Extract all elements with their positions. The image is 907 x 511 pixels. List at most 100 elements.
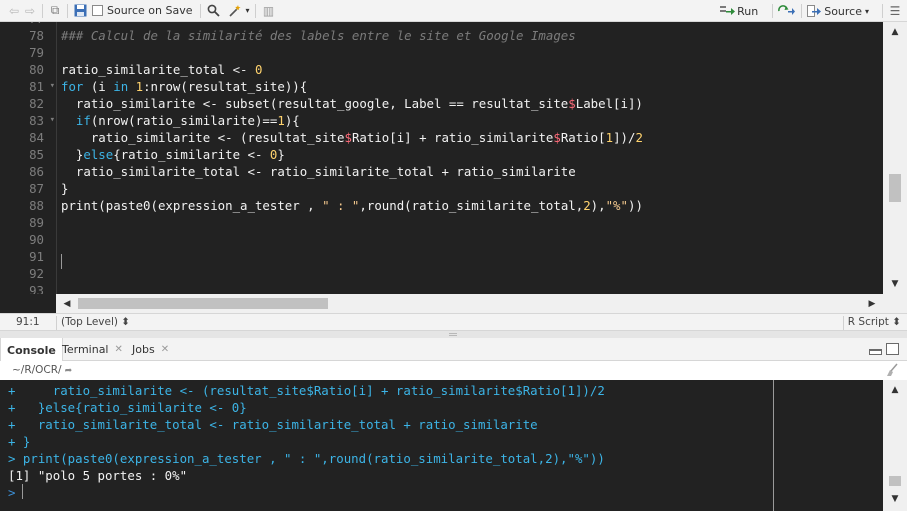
editor-horizontal-scrollbar[interactable]: ◀ ▶ [56,294,883,313]
line-number-text: 92 [29,266,44,281]
tab-console[interactable]: Console [0,338,63,362]
minimize-pane-icon[interactable] [869,349,882,355]
code-line: ratio_similarite_total <- ratio_similari… [61,163,576,180]
line-number: 84 [0,129,56,146]
line-number: 90 [0,231,56,248]
fold-toggle-icon[interactable]: ▾ [50,112,55,129]
console-vertical-scroll-thumb[interactable] [889,476,901,486]
go-to-directory-icon[interactable]: ➦ [65,366,73,376]
line-number-text: 78 [29,28,44,43]
pane-splitter[interactable] [0,331,907,338]
back-arrow-icon[interactable]: ⇦ [6,3,22,19]
line-number-text: 84 [29,130,44,145]
cursor-position: 91:1 [16,316,40,328]
line-number: 89 [0,214,56,231]
close-icon[interactable]: ✕ [115,344,123,355]
code-token: $ [344,130,352,145]
maximize-pane-icon[interactable] [886,343,899,355]
code-token: " : " [322,198,360,213]
chevron-down-icon[interactable]: ▾ [862,3,872,19]
scroll-up-icon[interactable]: ▲ [883,382,907,398]
line-number-text: 83 [29,113,44,128]
code-token: ratio_similarite_total <- ratio_similari… [61,164,576,179]
line-number-text: 88 [29,198,44,213]
code-token: } [61,181,69,196]
search-icon[interactable] [205,3,221,19]
clear-console-icon[interactable] [885,363,899,380]
code-token: } [61,147,84,162]
line-number-text: 85 [29,147,44,162]
scroll-down-icon[interactable]: ▼ [883,491,907,507]
working-directory-path: ~/R/OCR/ [12,364,62,376]
code-token: } [277,147,285,162]
code-line: } [61,180,68,197]
line-number: 86 [0,163,56,180]
line-number: 85 [0,146,56,163]
code-line: ### Calcul de la similarité des labels e… [61,27,576,44]
run-button[interactable]: Run [719,0,758,22]
fold-toggle-icon[interactable]: ▾ [50,78,55,95]
line-number: 88 [0,197,56,214]
code-editor[interactable]: 7778798081▾8283▾8485868788899091929394 #… [0,22,907,313]
code-token: ratio_similarite <- (resultat_site [61,130,345,145]
scroll-left-icon[interactable]: ◀ [58,294,76,313]
code-token: ,round(ratio_similarite_total, [359,198,584,213]
close-icon[interactable]: ✕ [161,344,169,355]
code-line: }else{ratio_similarite <- 0} [61,146,285,163]
code-token: <- [232,62,248,77]
run-arrow-icon [719,3,737,19]
line-number: 87 [0,180,56,197]
editor-vertical-scroll-thumb[interactable] [889,174,901,202]
text-cursor [61,254,62,269]
toolbar-right-group: Run Source ▾ ☰ [719,0,903,22]
source-on-save-checkbox[interactable] [92,5,103,16]
line-number: 80 [0,61,56,78]
line-number-text: 91 [29,249,44,264]
save-icon[interactable] [72,3,88,19]
scroll-up-icon[interactable]: ▲ [883,24,907,40]
code-line: for (i in 1:nrow(resultat_site)){ [61,78,307,95]
tab-terminal[interactable]: Terminal ✕ [56,338,129,361]
console-line: > print(paste0(expression_a_tester , " :… [8,451,605,466]
code-token: Ratio[ [560,130,606,145]
line-number: 78 [0,27,56,44]
file-type-selector[interactable]: R Script ⬍ [842,316,901,330]
show-in-window-icon[interactable]: ⧉ [47,3,63,19]
scroll-right-icon[interactable]: ▶ [863,294,881,313]
line-number-text: 93 [29,283,44,294]
code-token: {ratio_similarite <- [113,147,270,162]
source-on-save-toggle[interactable]: Source on Save [92,0,192,22]
forward-arrow-icon[interactable]: ⇨ [22,3,38,19]
console-line: + ratio_similarite_total <- ratio_simila… [8,417,538,432]
scope-selector[interactable]: (Top Level) ⬍ [56,316,130,330]
line-number-text: 81 [29,79,44,94]
toolbar-divider [255,3,257,18]
chevron-down-icon[interactable]: ▾ [243,3,251,19]
editor-horizontal-scroll-thumb[interactable] [78,298,328,309]
console-line: [1] "polo 5 portes : 0%" [8,468,188,483]
document-outline-icon[interactable]: ▥ [260,3,276,19]
scrollbar-corner [883,294,907,313]
code-area[interactable]: ### Calcul de la similarité des labels e… [61,22,881,294]
magic-wand-icon[interactable] [227,3,243,19]
code-token: ratio_similarite_total [61,62,233,77]
editor-toolbar: ⇦ ⇨ ⧉ Source on Save ▾ ▥ Run Source ▾ ☰ [0,0,907,22]
outline-list-icon[interactable]: ☰ [887,3,903,19]
editor-vertical-scrollbar[interactable]: ▲ ▼ [883,22,907,294]
code-line: if(nrow(ratio_similarite)==1){ [61,112,300,129]
code-token: 2 [635,130,643,145]
working-directory[interactable]: ~/R/OCR/➦ [12,364,72,376]
scroll-down-icon[interactable]: ▼ [883,276,907,292]
source-label: Source [824,4,862,18]
console-output[interactable]: ▲ ▼ + ratio_similarite <- (resultat_site… [0,380,907,511]
console-width-marker [773,380,774,511]
console-vertical-scrollbar[interactable]: ▲ ▼ [883,380,907,511]
code-token: 2 [583,198,591,213]
code-token: Ratio[i] + ratio_similarite [351,130,554,145]
rerun-icon[interactable] [777,3,797,19]
source-button[interactable]: Source ▾ [806,0,872,22]
tab-jobs[interactable]: Jobs ✕ [126,338,175,361]
splitter-grip-icon [449,333,457,336]
console-line: + } [8,434,31,449]
